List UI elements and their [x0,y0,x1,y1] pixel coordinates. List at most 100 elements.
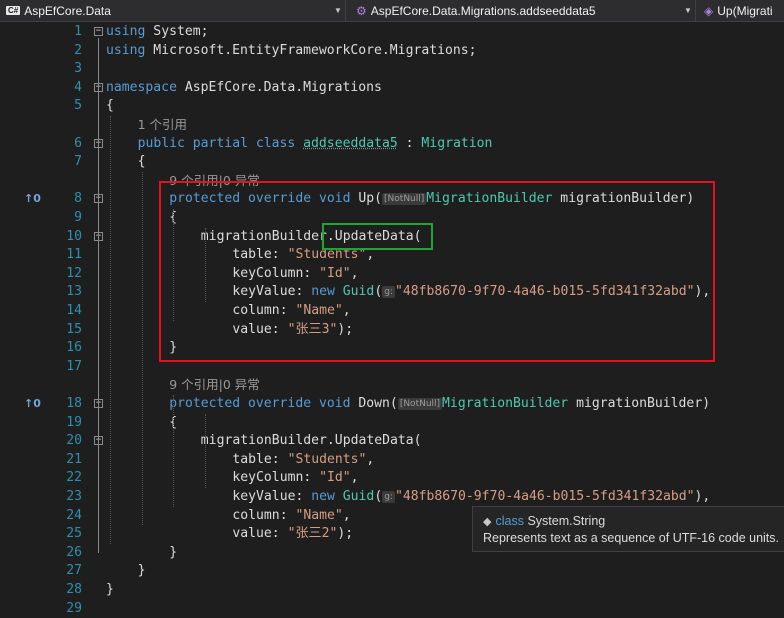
code-token: Microsoft.EntityFrameworkCore.Migrations… [145,42,477,58]
project-dropdown[interactable]: C# AspEfCore.Data ▼ [0,0,346,21]
code-token: using [106,24,146,39]
navigation-bar: C# AspEfCore.Data ▼ ⚙ AspEfCore.Data.Mig… [0,0,784,22]
line-number: 4 [74,79,82,95]
code-text: { [106,97,114,116]
outline-margin-line [98,38,99,554]
code-token: } [106,582,114,597]
code-text: migrationBuilder.UpdateData( [201,432,422,451]
tooltip-type-name: System.String [527,514,606,528]
code-token: namespace [106,79,177,95]
line-number: 26 [66,544,82,560]
csharp-project-icon: C# [6,6,21,15]
code-token: Migration [421,135,493,151]
line-number: 13 [66,284,82,300]
quick-info-tooltip: ◆ class System.String Represents text as … [472,506,784,552]
chevron-down-icon: ▼ [334,6,342,15]
line-number: 29 [66,600,82,616]
code-token: } [137,563,146,579]
code-text: value: "张三2"); [232,525,353,544]
code-text: protected override void Down([NotNull] Mi… [169,395,710,414]
code-token: } [169,544,178,560]
code-line[interactable]: 7{ [0,153,784,172]
code-line[interactable]: 5{ [0,97,784,116]
code-token: "Students" [287,451,367,467]
method-icon: ◈ [704,3,714,18]
code-token: Guid [342,489,375,504]
line-number: 18 [66,396,82,411]
line-number: 5 [74,98,82,114]
line-number: 16 [66,340,82,356]
code-token: table: [232,451,288,467]
code-line[interactable]: 3 [0,60,784,79]
code-token: column: [232,507,296,523]
override-icon[interactable]: ↑0 [24,395,41,414]
member-dropdown[interactable]: ◈ Up(Migrati [700,0,784,21]
project-label: AspEfCore.Data [24,3,111,18]
code-text: keyValue: new Guid(g: "48fb8670-9f70-4a46… [232,488,710,507]
collapse-icon[interactable]: − [94,27,103,36]
line-number: 7 [74,154,82,170]
indent-guide [110,116,111,544]
type-label: AspEfCore.Data.Migrations.addseeddata5 [370,3,596,18]
codelens-line[interactable]: 1 个引用 [0,116,784,135]
codelens-line[interactable]: 9 个引用|0 异常 [0,376,784,395]
member-label: Up(Migrati [717,3,773,18]
code-text: using Microsoft.EntityFrameworkCore.Migr… [106,42,477,61]
line-number: 12 [66,265,82,281]
codelens-text[interactable]: 1 个引用 [138,116,187,136]
code-token: AspEfCore.Data.Migrations [176,79,382,95]
code-line[interactable]: 21 table: "Students", [0,451,784,470]
code-line[interactable]: 22 keyColumn: "Id", [0,469,784,488]
code-text: } [138,562,146,581]
line-number: 9 [74,210,82,225]
code-text: using System; [106,23,209,42]
code-token: keyValue: [232,489,312,504]
code-text: } [106,581,114,600]
code-text: } [169,544,177,563]
code-line[interactable]: 1 − using System; [0,23,784,42]
line-number: 1 [74,24,82,39]
code-token: ); [337,526,354,542]
code-line[interactable]: 20−migrationBuilder.UpdateData( [0,432,784,451]
code-line[interactable]: 4−namespace AspEfCore.Data.Migrations [0,79,784,98]
code-token: Down( [350,396,398,411]
inline-parameter-hint: g: [382,491,395,503]
code-token: "48fb8670-9f70-4a46-b015-5fd341f32abd" [394,489,695,504]
highlight-update-data-box [322,223,433,250]
code-text: column: "Name", [232,507,350,526]
override-icon[interactable]: ↑0 [24,190,41,209]
code-line[interactable]: 6−public partial class addseeddata5 : Mi… [0,135,784,154]
code-text: table: "Students", [232,451,374,470]
class-icon: ◆ [483,516,492,528]
code-line[interactable]: 29 [0,600,784,618]
codelens-text[interactable]: 9 个引用|0 异常 [169,376,260,396]
code-token: 1 个引用 [137,117,188,132]
line-number: 22 [66,470,82,486]
code-token: "张三2" [287,526,338,542]
code-token: "Id" [319,470,351,486]
code-token: , [366,451,375,467]
code-line[interactable]: 28} [0,581,784,600]
line-number: 15 [66,321,82,337]
line-number: 2 [74,42,82,58]
code-line[interactable]: 19{ [0,414,784,433]
code-line[interactable]: 2 using Microsoft.EntityFrameworkCore.Mig… [0,42,784,61]
inline-parameter-hint: [NotNull] [397,398,443,410]
type-dropdown[interactable]: ⚙ AspEfCore.Data.Migrations.addseeddata5… [350,0,696,21]
tooltip-keyword: class [495,514,524,528]
code-line[interactable]: 23 keyValue: new Guid(g: "48fb8670-9f70-4a… [0,488,784,507]
code-token: { [106,98,114,114]
code-token: addseeddata5 [303,135,398,151]
code-text: keyColumn: "Id", [232,469,358,488]
line-number: 24 [66,507,82,523]
code-token: 9 个引用|0 异常 [169,377,260,393]
code-line[interactable]: 27} [0,562,784,581]
line-number: 20 [66,433,82,449]
line-number: 25 [66,526,82,542]
line-number: 19 [66,414,82,430]
indent-guide [173,395,175,507]
code-token: "Name" [295,507,343,523]
code-token: using [106,42,146,58]
code-line[interactable]: ↑018−protected override void Down([NotNu… [0,395,784,414]
